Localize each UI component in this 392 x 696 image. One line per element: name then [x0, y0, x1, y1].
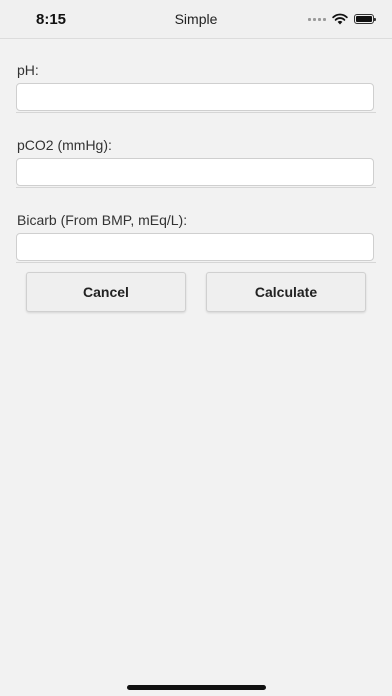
bicarb-field-group: Bicarb (From BMP, mEq/L):: [16, 188, 376, 263]
ph-label: pH:: [17, 62, 39, 78]
status-icons: [308, 13, 376, 25]
bicarb-input[interactable]: [16, 233, 374, 261]
status-bar: 8:15 Simple: [0, 0, 392, 39]
ph-input[interactable]: [16, 83, 374, 111]
pco2-input[interactable]: [16, 158, 374, 186]
pco2-label: pCO2 (mmHg):: [17, 137, 112, 153]
ph-field-group: pH:: [16, 38, 376, 113]
calculate-button[interactable]: Calculate: [206, 272, 366, 312]
button-row: Cancel Calculate: [26, 272, 366, 314]
wifi-icon: [332, 13, 348, 25]
bicarb-label: Bicarb (From BMP, mEq/L):: [17, 212, 188, 228]
battery-icon: [354, 14, 376, 24]
pco2-field-group: pCO2 (mmHg):: [16, 113, 376, 188]
home-indicator[interactable]: [127, 685, 266, 690]
cancel-button[interactable]: Cancel: [26, 272, 186, 312]
calculator-form: pH: pCO2 (mmHg): Bicarb (From BMP, mEq/L…: [16, 38, 376, 312]
signal-icon: [308, 17, 326, 21]
